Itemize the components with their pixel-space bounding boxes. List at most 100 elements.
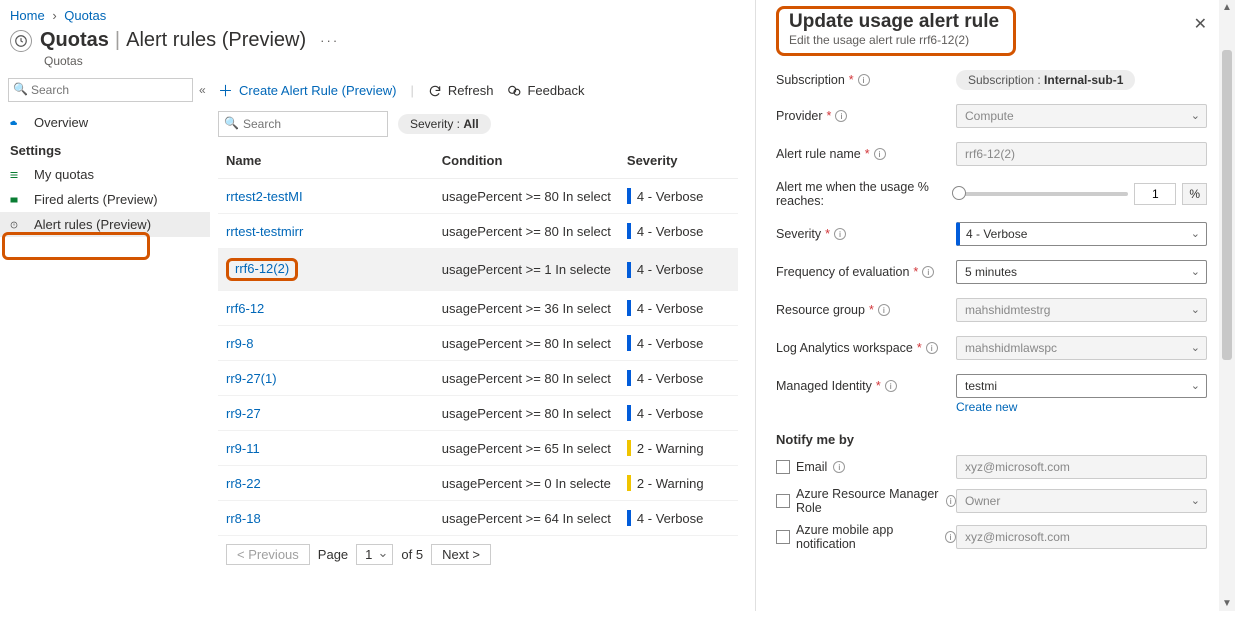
scrollbar-thumb[interactable] [1222,50,1232,360]
table-row[interactable]: rr9-8usagePercent >= 80 In select4 - Ver… [218,326,738,361]
more-button[interactable]: ··· [320,33,339,48]
next-page-button[interactable]: Next > [431,544,491,565]
label: Severity [776,227,821,241]
rule-name-link[interactable]: rr8-18 [226,511,261,526]
table-row[interactable]: rr8-18usagePercent >= 64 In select4 - Ve… [218,501,738,536]
info-icon[interactable]: i [878,304,890,316]
close-panel-button[interactable]: ✕ [1194,14,1207,34]
scroll-down-icon[interactable]: ▼ [1222,598,1232,609]
rule-name-link[interactable]: rr8-22 [226,476,261,491]
slider-thumb[interactable] [952,186,966,200]
table-row[interactable]: rrtest-testmirrusagePercent >= 80 In sel… [218,214,738,249]
sidebar-item-fired-alerts[interactable]: Fired alerts (Preview) [0,187,210,212]
sidebar: 🔍 « Overview Settings My quotas Fired al… [0,76,210,619]
mobile-app-input[interactable]: xyz@microsoft.com [956,525,1207,549]
sidebar-section-settings: Settings [0,135,210,162]
field-threshold: Alert me when the usage % reaches: % [776,180,1207,208]
email-checkbox[interactable] [776,460,790,474]
info-icon[interactable]: i [834,228,846,240]
rule-name-link[interactable]: rr9-11 [226,441,260,456]
page-title: Quotas [40,29,109,52]
table-row[interactable]: rr8-22usagePercent >= 0 In selecte2 - Wa… [218,466,738,501]
search-icon: 🔍 [13,82,28,96]
refresh-label: Refresh [448,83,494,98]
sidebar-item-overview[interactable]: Overview [0,110,210,135]
info-icon[interactable]: i [874,148,886,160]
percent-label: % [1182,183,1207,205]
sidebar-collapse-button[interactable]: « [199,83,206,97]
sidebar-item-my-quotas[interactable]: My quotas [0,162,210,187]
pill-value: All [463,117,478,131]
table-row[interactable]: rrf6-12(2)usagePercent >= 1 In selecte4 … [218,249,738,291]
table-row[interactable]: rr9-27usagePercent >= 80 In select4 - Ve… [218,396,738,431]
notify-email-row: Email i xyz@microsoft.com [776,455,1207,479]
log-analytics-select[interactable]: mahshidmlawspc⌄ [956,336,1207,360]
arm-role-select[interactable]: Owner⌄ [956,489,1207,513]
highlight-box: Update usage alert rule Edit the usage a… [776,6,1016,56]
create-new-link[interactable]: Create new [956,400,1207,414]
frequency-select[interactable]: 5 minutes⌄ [956,260,1207,284]
page-subtitle: Alert rules (Preview) [126,29,306,52]
arm-role-checkbox[interactable] [776,494,790,508]
sidebar-search-input[interactable] [8,78,193,102]
breadcrumb-home[interactable]: Home [10,8,45,23]
info-icon[interactable]: i [885,380,897,392]
refresh-button[interactable]: Refresh [428,83,494,98]
update-rule-panel: ✕ Update usage alert rule Edit the usage… [755,0,1235,611]
feedback-button[interactable]: Feedback [507,83,584,98]
alerts-icon [10,193,26,207]
info-icon[interactable]: i [945,531,956,543]
col-name[interactable]: Name [218,143,434,179]
mobile-app-checkbox[interactable] [776,530,790,544]
severity-select[interactable]: 4 - Verbose⌄ [956,222,1207,246]
threshold-input[interactable] [1134,183,1176,205]
info-icon[interactable]: i [926,342,938,354]
severity-bar-icon [627,405,631,421]
col-severity[interactable]: Severity [619,143,738,179]
panel-scrollbar[interactable]: ▲ ▼ [1219,0,1235,611]
threshold-slider[interactable] [956,192,1128,196]
page-select[interactable]: 1 [356,544,393,565]
col-condition[interactable]: Condition [434,143,619,179]
rule-name-link[interactable]: rrtest-testmirr [226,224,303,239]
severity-bar-icon [627,300,631,316]
info-icon[interactable]: i [858,74,870,86]
field-subscription: Subscription*i Subscription : Internal-s… [776,70,1207,90]
info-icon[interactable]: i [946,495,956,507]
severity-filter-pill[interactable]: Severity : All [398,114,491,134]
info-icon[interactable]: i [922,266,934,278]
create-alert-rule-button[interactable]: ＋ Create Alert Rule (Preview) [218,80,397,101]
quotas-service-icon [10,30,32,52]
rule-name-link[interactable]: rrtest2-testMI [226,189,303,204]
rule-name-link[interactable]: rrf6-12(2) [235,261,289,276]
email-input[interactable]: xyz@microsoft.com [956,455,1207,479]
managed-identity-select[interactable]: testmi⌄ [956,374,1207,398]
label: Alert rule name [776,147,861,161]
chevron-down-icon: ⌄ [1191,227,1200,240]
table-search-input[interactable] [218,111,388,137]
rule-name-link[interactable]: rr9-8 [226,336,253,351]
page-of: of 5 [401,547,423,562]
field-managed-identity: Managed Identity*i testmi⌄ [776,374,1207,398]
subscription-value: Subscription : Internal-sub-1 [956,70,1135,90]
provider-select[interactable]: Compute⌄ [956,104,1207,128]
table-row[interactable]: rr9-11usagePercent >= 65 In select2 - Wa… [218,431,738,466]
rule-condition: usagePercent >= 80 In select [434,396,619,431]
resource-group-select[interactable]: mahshidmtestrg⌄ [956,298,1207,322]
rule-name-link[interactable]: rrf6-12 [226,301,264,316]
notify-heading: Notify me by [776,432,1207,447]
table-row[interactable]: rrtest2-testMIusagePercent >= 80 In sele… [218,179,738,214]
rule-name-link[interactable]: rr9-27 [226,406,261,421]
alert-name-input[interactable]: rrf6-12(2) [956,142,1207,166]
breadcrumb-quotas[interactable]: Quotas [64,8,106,23]
scroll-up-icon[interactable]: ▲ [1222,2,1232,13]
info-icon[interactable]: i [835,110,847,122]
field-severity: Severity*i 4 - Verbose⌄ [776,222,1207,246]
severity-text: 4 - Verbose [637,301,704,316]
table-row[interactable]: rr9-27(1)usagePercent >= 80 In select4 -… [218,361,738,396]
table-row[interactable]: rrf6-12usagePercent >= 36 In select4 - V… [218,291,738,326]
sidebar-item-alert-rules[interactable]: Alert rules (Preview) [0,212,210,237]
rule-name-link[interactable]: rr9-27(1) [226,371,277,386]
prev-page-button[interactable]: < Previous [226,544,310,565]
info-icon[interactable]: i [833,461,845,473]
